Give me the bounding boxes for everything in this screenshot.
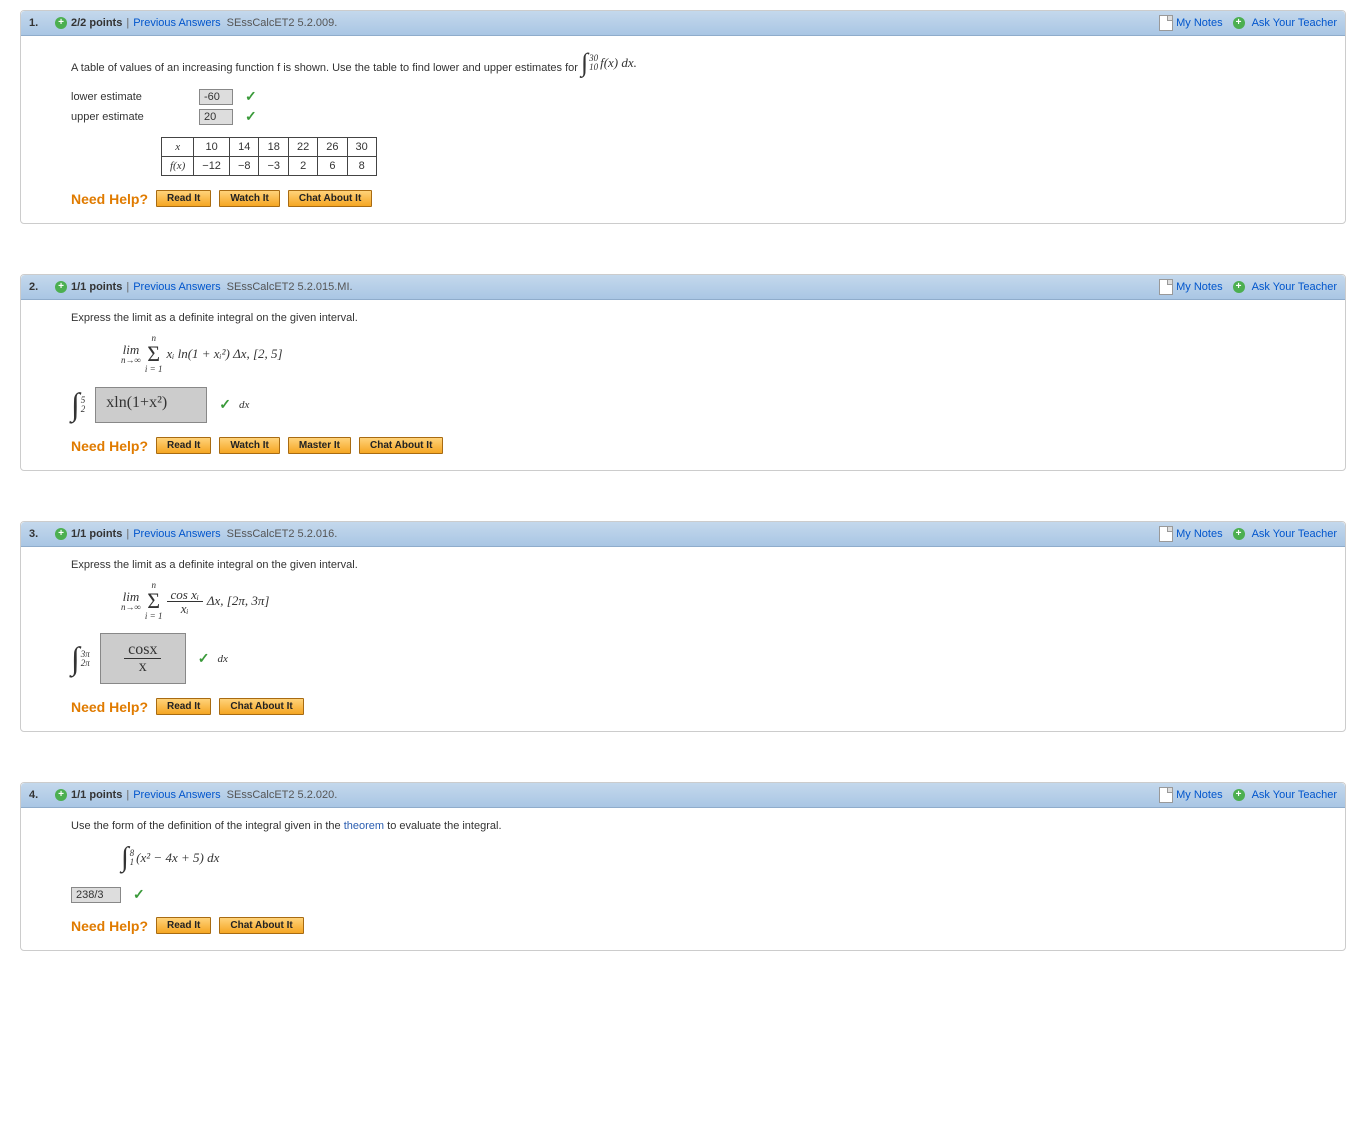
master-it-button[interactable]: Master It [288, 437, 351, 454]
prompt-text: A table of values of an increasing funct… [71, 48, 1325, 78]
upper-estimate-row: upper estimate 20 ✓ [71, 108, 1325, 125]
plus-icon: + [1233, 17, 1245, 29]
data-table: x 1014 1822 2630 f(x) −12−8 −32 68 [161, 137, 377, 176]
previous-answers-link[interactable]: Previous Answers [133, 528, 220, 540]
expand-icon[interactable]: + [55, 17, 67, 29]
expand-icon[interactable]: + [55, 281, 67, 293]
question-header: 1. + 2/2 points | Previous Answers SEssC… [21, 11, 1345, 36]
answer-row: ∫ 3π2π cosxx ✓ dx [71, 633, 1325, 684]
limit-expression: limn→∞ nΣi = 1 xᵢ ln(1 + xᵢ²) Δx, [2, 5] [121, 334, 1325, 374]
ask-teacher-link[interactable]: +Ask Your Teacher [1233, 528, 1337, 540]
chat-about-it-button[interactable]: Chat About It [359, 437, 443, 454]
limit-expression: limn→∞ nΣi = 1 cos xᵢxᵢ Δx, [2π, 3π] [121, 581, 1325, 621]
my-notes-link[interactable]: My Notes [1159, 526, 1222, 542]
points-label: 1/1 points [71, 528, 122, 540]
note-icon [1159, 787, 1173, 803]
upper-estimate-input[interactable]: 20 [199, 109, 233, 125]
read-it-button[interactable]: Read It [156, 698, 211, 715]
check-icon: ✓ [198, 650, 210, 667]
my-notes-link[interactable]: My Notes [1159, 15, 1222, 31]
ask-teacher-link[interactable]: +Ask Your Teacher [1233, 789, 1337, 801]
previous-answers-link[interactable]: Previous Answers [133, 281, 220, 293]
question-number: 3. [29, 528, 45, 540]
question-4: 4. + 1/1 points | Previous Answers SEssC… [20, 782, 1346, 951]
lower-estimate-row: lower estimate -60 ✓ [71, 88, 1325, 105]
answer-row: ∫ 52 xln(1+x²) ✓ dx [71, 386, 1325, 423]
read-it-button[interactable]: Read It [156, 437, 211, 454]
question-header: 3. + 1/1 points | Previous Answers SEssC… [21, 522, 1345, 547]
need-help-row: Need Help? Read It Chat About It [71, 698, 1325, 715]
question-header: 2. + 1/1 points | Previous Answers SEssC… [21, 275, 1345, 300]
prompt-text: Express the limit as a definite integral… [71, 559, 1325, 571]
integrand-input[interactable]: cosxx [100, 633, 186, 684]
check-icon: ✓ [133, 886, 145, 903]
expand-icon[interactable]: + [55, 528, 67, 540]
check-icon: ✓ [219, 396, 231, 413]
question-body: Express the limit as a definite integral… [21, 547, 1345, 731]
watch-it-button[interactable]: Watch It [219, 190, 280, 207]
question-body: Use the form of the definition of the in… [21, 808, 1345, 950]
source-label: SEssCalcET2 5.2.020. [227, 789, 338, 801]
ask-teacher-link[interactable]: +Ask Your Teacher [1233, 17, 1337, 29]
question-number: 2. [29, 281, 45, 293]
source-label: SEssCalcET2 5.2.015.MI. [227, 281, 353, 293]
need-help-row: Need Help? Read It Watch It Master It Ch… [71, 437, 1325, 454]
note-icon [1159, 526, 1173, 542]
prompt-text: Express the limit as a definite integral… [71, 312, 1325, 324]
integrand-input[interactable]: xln(1+x²) [95, 387, 207, 423]
question-body: Express the limit as a definite integral… [21, 300, 1345, 470]
answer-input[interactable]: 238/3 [71, 887, 121, 903]
points-label: 1/1 points [71, 789, 122, 801]
question-number: 1. [29, 17, 45, 29]
answer-row: 238/3 ✓ [71, 886, 1325, 903]
read-it-button[interactable]: Read It [156, 917, 211, 934]
need-help-row: Need Help? Read It Watch It Chat About I… [71, 190, 1325, 207]
watch-it-button[interactable]: Watch It [219, 437, 280, 454]
chat-about-it-button[interactable]: Chat About It [219, 698, 303, 715]
integral-expr: ∫ 3010 f(x) dx. [581, 48, 637, 78]
note-icon [1159, 15, 1173, 31]
my-notes-link[interactable]: My Notes [1159, 787, 1222, 803]
question-number: 4. [29, 789, 45, 801]
check-icon: ✓ [245, 88, 257, 105]
chat-about-it-button[interactable]: Chat About It [219, 917, 303, 934]
previous-answers-link[interactable]: Previous Answers [133, 789, 220, 801]
check-icon: ✓ [245, 108, 257, 125]
integral-expr: ∫ 52 [71, 386, 87, 423]
chat-about-it-button[interactable]: Chat About It [288, 190, 372, 207]
plus-icon: + [1233, 789, 1245, 801]
question-body: A table of values of an increasing funct… [21, 36, 1345, 223]
points-label: 2/2 points [71, 17, 122, 29]
plus-icon: + [1233, 281, 1245, 293]
need-help-row: Need Help? Read It Chat About It [71, 917, 1325, 934]
question-2: 2. + 1/1 points | Previous Answers SEssC… [20, 274, 1346, 471]
theorem-link[interactable]: theorem [344, 820, 384, 832]
note-icon [1159, 279, 1173, 295]
question-header: 4. + 1/1 points | Previous Answers SEssC… [21, 783, 1345, 808]
previous-answers-link[interactable]: Previous Answers [133, 17, 220, 29]
question-1: 1. + 2/2 points | Previous Answers SEssC… [20, 10, 1346, 224]
source-label: SEssCalcET2 5.2.016. [227, 528, 338, 540]
expand-icon[interactable]: + [55, 789, 67, 801]
points-label: 1/1 points [71, 281, 122, 293]
integral-display: ∫ 81 (x² − 4x + 5) dx [121, 842, 1325, 874]
read-it-button[interactable]: Read It [156, 190, 211, 207]
my-notes-link[interactable]: My Notes [1159, 279, 1222, 295]
prompt-text: Use the form of the definition of the in… [71, 820, 1325, 832]
integral-expr: ∫ 3π2π [71, 640, 92, 677]
question-3: 3. + 1/1 points | Previous Answers SEssC… [20, 521, 1346, 732]
source-label: SEssCalcET2 5.2.009. [227, 17, 338, 29]
lower-estimate-input[interactable]: -60 [199, 89, 233, 105]
plus-icon: + [1233, 528, 1245, 540]
ask-teacher-link[interactable]: +Ask Your Teacher [1233, 281, 1337, 293]
